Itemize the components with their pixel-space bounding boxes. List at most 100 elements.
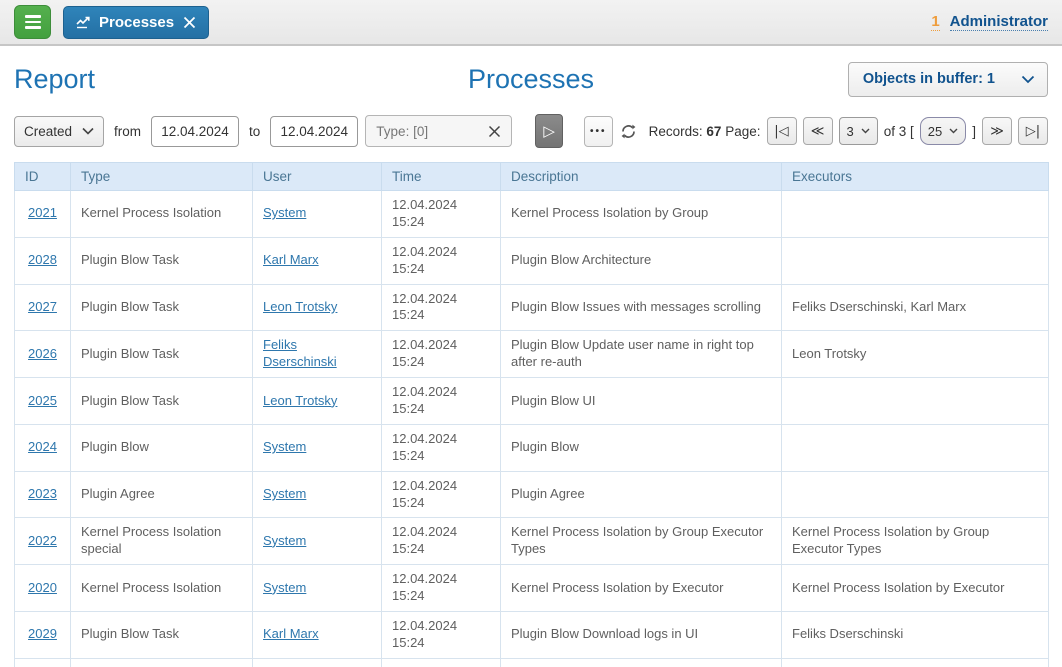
process-id-link[interactable]: 2021: [28, 205, 57, 220]
process-id-link[interactable]: 2020: [28, 580, 57, 595]
process-id-link[interactable]: 2024: [28, 439, 57, 454]
type-cell: Kernel Process Isolation: [71, 565, 253, 612]
time-text: 15:24: [392, 401, 490, 418]
date-text: 12.04.2024: [392, 524, 490, 541]
type-cell: Plugin Blow Task: [71, 331, 253, 378]
objects-in-buffer-button[interactable]: Objects in buffer: 1: [848, 62, 1048, 97]
table-row: 2023 Plugin Agree System 12.04.202415:24…: [15, 471, 1049, 518]
col-header-type[interactable]: Type: [71, 163, 253, 191]
user-link[interactable]: Karl Marx: [263, 252, 319, 267]
col-header-time[interactable]: Time: [382, 163, 501, 191]
col-header-executors[interactable]: Executors: [782, 163, 1049, 191]
process-id-link[interactable]: 2027: [28, 299, 57, 314]
executors-cell: Leon Trotsky: [782, 658, 1049, 667]
user-link[interactable]: System: [263, 486, 306, 501]
time-cell: 12.04.202415:24: [382, 378, 501, 425]
user-link[interactable]: System: [263, 439, 306, 454]
description-cell: Plugin Blow Issues with messages scrolli…: [501, 284, 782, 331]
time-text: 15:24: [392, 635, 490, 652]
close-icon[interactable]: [183, 16, 196, 29]
description-cell: Plugin Blow Update user name in right to…: [501, 331, 782, 378]
refresh-icon[interactable]: [620, 123, 637, 140]
time-cell: 12.04.202415:24: [382, 237, 501, 284]
tab-processes[interactable]: Processes: [63, 6, 209, 39]
date-text: 12.04.2024: [392, 618, 490, 635]
time-cell: 12.04.202415:24: [382, 612, 501, 659]
records-caption: Records:: [649, 124, 703, 139]
time-cell: 12.04.202415:24: [382, 284, 501, 331]
col-header-description[interactable]: Description: [501, 163, 782, 191]
process-id-link[interactable]: 2022: [28, 533, 57, 548]
page-size-select[interactable]: 25: [920, 117, 966, 145]
first-page-button[interactable]: |◁: [767, 117, 797, 145]
top-bar: Processes 1 Administrator: [0, 0, 1062, 46]
run-report-button[interactable]: ▷: [535, 114, 562, 148]
table-row: 2027 Plugin Blow Task Leon Trotsky 12.04…: [15, 284, 1049, 331]
field-select-value: Created: [24, 124, 72, 139]
description-cell: Kernel Process Isolation by Executor: [501, 565, 782, 612]
executors-cell: Feliks Dserschinski, Karl Marx: [782, 284, 1049, 331]
date-text: 12.04.2024: [392, 197, 490, 214]
date-text: 12.04.2024: [392, 571, 490, 588]
time-text: 15:24: [392, 354, 490, 371]
executors-cell: [782, 378, 1049, 425]
process-id-link[interactable]: 2023: [28, 486, 57, 501]
process-id-link[interactable]: 2025: [28, 393, 57, 408]
objects-in-buffer-label: Objects in buffer: 1: [863, 71, 995, 87]
time-text: 15:24: [392, 588, 490, 605]
type-cell: Plugin Blow Task: [71, 612, 253, 659]
time-cell: 12.04.202415:24: [382, 331, 501, 378]
type-cell: Plugin Blow Task: [71, 378, 253, 425]
date-text: 12.04.2024: [392, 431, 490, 448]
time-cell: 12.04.202415:24: [382, 191, 501, 238]
prev-page-button[interactable]: ≪: [803, 117, 833, 145]
user-link[interactable]: System: [263, 580, 306, 595]
next-page-button[interactable]: ≫: [982, 117, 1012, 145]
process-id-link[interactable]: 2026: [28, 346, 57, 361]
user-link[interactable]: Leon Trotsky: [263, 299, 337, 314]
process-id-link[interactable]: 2029: [28, 626, 57, 641]
type-filter-value: Type: [0]: [376, 124, 428, 139]
user-link[interactable]: System: [263, 205, 306, 220]
user-link[interactable]: Feliks Dserschinski: [263, 337, 337, 369]
user-link[interactable]: System: [263, 533, 306, 548]
date-to-input[interactable]: [270, 116, 358, 147]
date-text: 12.04.2024: [392, 337, 490, 354]
date-from-input[interactable]: [151, 116, 239, 147]
description-cell: Plugin Blow: [501, 424, 782, 471]
field-select[interactable]: Created: [14, 116, 104, 147]
type-filter[interactable]: Type: [0]: [365, 115, 512, 147]
topbar-right: 1 Administrator: [931, 13, 1048, 31]
time-text: 15:24: [392, 261, 490, 278]
table-row: 2022 Kernel Process Isolation special Sy…: [15, 518, 1049, 565]
last-page-button[interactable]: ▷|: [1018, 117, 1048, 145]
type-cell: Plugin Blow Task: [71, 237, 253, 284]
type-cell: Kernel Process Isolation: [71, 191, 253, 238]
process-id-link[interactable]: 2028: [28, 252, 57, 267]
user-link[interactable]: Karl Marx: [263, 626, 319, 641]
time-text: 15:24: [392, 214, 490, 231]
user-menu-link[interactable]: Administrator: [950, 13, 1048, 31]
page-caption: Page:: [725, 124, 760, 139]
date-text: 12.04.2024: [392, 291, 490, 308]
type-cell: Plugin Agree: [71, 471, 253, 518]
buffer-count-badge[interactable]: 1: [931, 13, 939, 31]
processes-table: ID Type User Time Description Executors …: [14, 162, 1049, 667]
page-number-select[interactable]: 3: [839, 117, 878, 145]
executors-cell: [782, 237, 1049, 284]
executors-cell: Leon Trotsky: [782, 331, 1049, 378]
page-size-value: 25: [928, 124, 942, 139]
executors-cell: Kernel Process Isolation by Executor: [782, 565, 1049, 612]
title-row: Report Processes Objects in buffer: 1: [14, 60, 1048, 98]
menu-button[interactable]: [14, 5, 51, 39]
more-options-button[interactable]: •••: [584, 116, 613, 147]
col-header-id[interactable]: ID: [15, 163, 71, 191]
clear-filter-icon[interactable]: [488, 125, 501, 138]
description-cell: Kernel Process Isolation by Group Execut…: [501, 518, 782, 565]
user-link[interactable]: Leon Trotsky: [263, 393, 337, 408]
description-cell: Plugin Agree: [501, 471, 782, 518]
description-cell: Kernel Process Isolation by Group: [501, 191, 782, 238]
col-header-user[interactable]: User: [253, 163, 382, 191]
tab-label: Processes: [99, 14, 174, 31]
filter-row: Created from to Type: [0] ▷ •••: [14, 114, 1048, 148]
